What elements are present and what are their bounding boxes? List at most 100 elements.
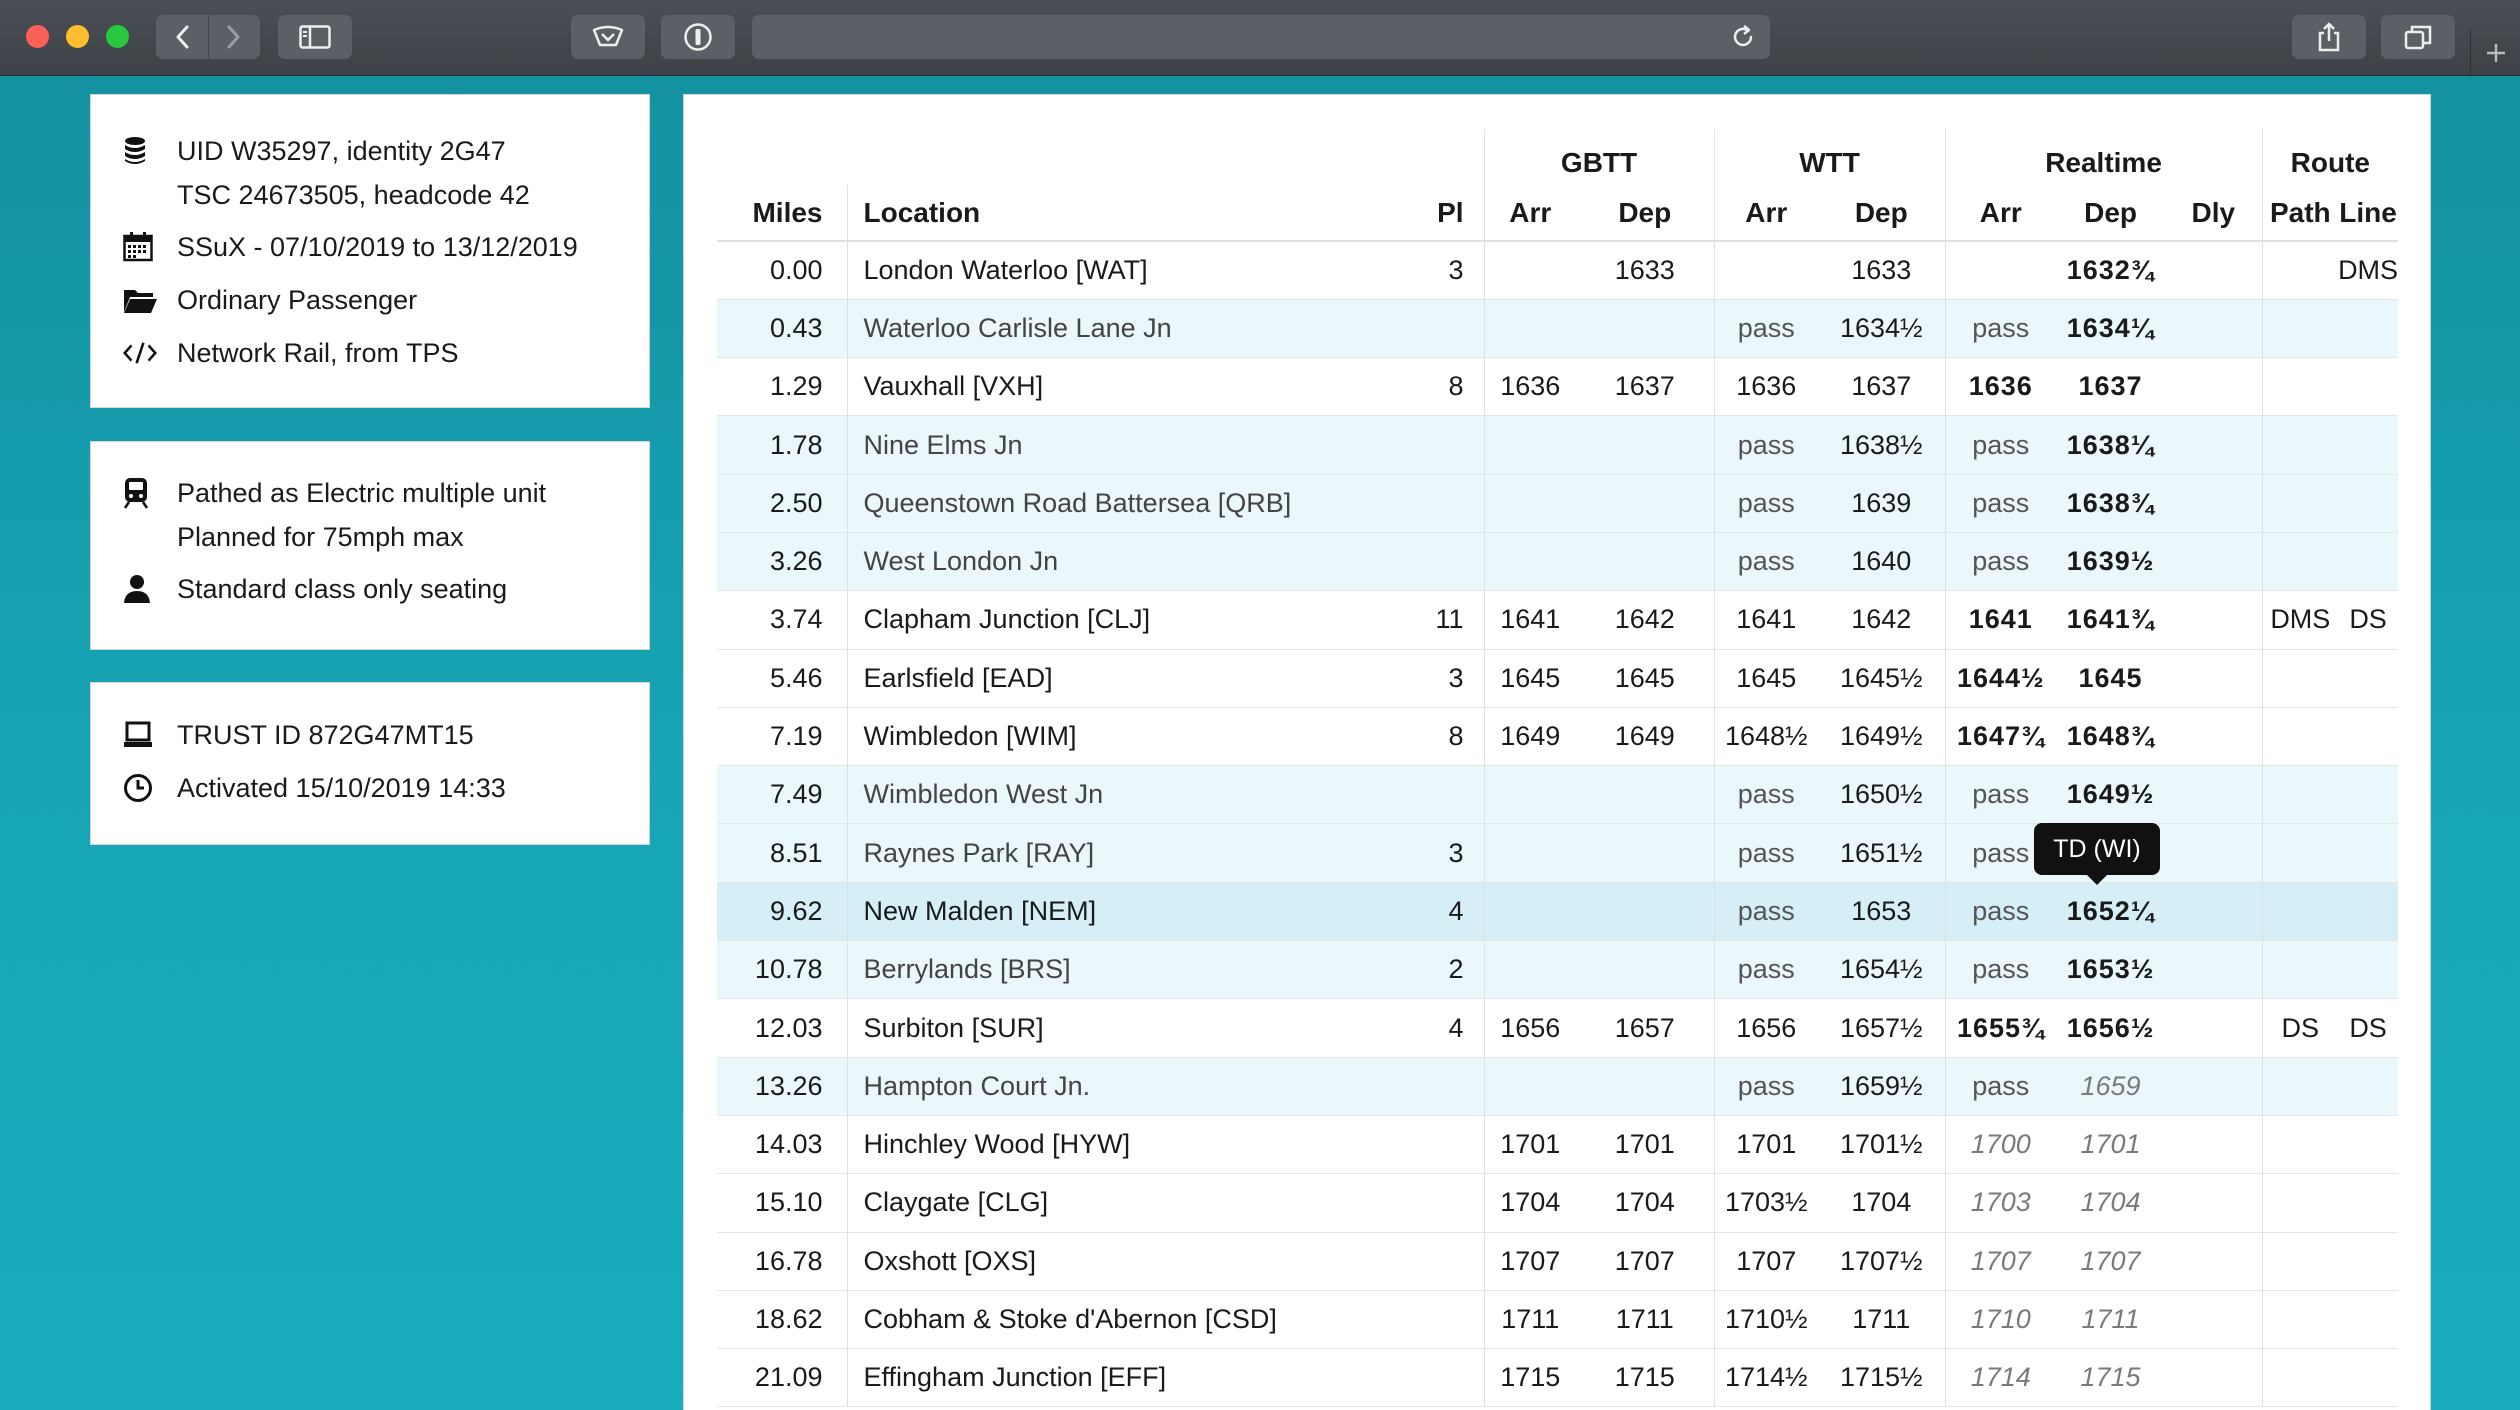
- database-icon: [123, 134, 157, 168]
- password-manager-button[interactable]: [661, 15, 735, 59]
- gbtt-arr-cell: 1701: [1483, 1115, 1577, 1174]
- table-row[interactable]: 2.50 Queenstown Road Battersea [QRB] pass 1…: [717, 474, 2399, 533]
- location-cell[interactable]: London Waterloo [WAT]: [846, 241, 1381, 300]
- line-cell: DMS: [2338, 254, 2399, 285]
- chevron-right-icon: [227, 25, 240, 49]
- location-cell[interactable]: Raynes Park [RAY]: [846, 823, 1381, 883]
- line-cell: [2338, 299, 2398, 357]
- line-cell: [2338, 1057, 2398, 1115]
- table-row[interactable]: 18.62 Cobham & Stoke d'Abernon [CSD] 1711 1…: [717, 1290, 2399, 1349]
- table-row[interactable]: 7.19 Wimbledon [WIM] 8 1649 1649 1648½ 1649½ 16…: [717, 707, 2399, 766]
- table-row[interactable]: 13.26 Hampton Court Jn. pass 1659½ pass 1659: [717, 1057, 2399, 1116]
- realtime-dep-cell: 1711: [2081, 1303, 2140, 1334]
- delay-cell: [2165, 241, 2262, 299]
- path-cell: [2261, 1290, 2339, 1349]
- wtt-arr-cell: pass: [1713, 1057, 1819, 1116]
- delay-cell: [2165, 766, 2262, 824]
- address-bar[interactable]: [752, 15, 1770, 59]
- gbtt-arr-cell: [1483, 882, 1577, 941]
- location-cell[interactable]: Waterloo Carlisle Lane Jn: [846, 299, 1381, 358]
- table-row[interactable]: 12.03 Surbiton [SUR] 4 1656 1657 1656 1657½ 165…: [717, 998, 2399, 1058]
- wtt-arr-cell: pass: [1713, 765, 1819, 824]
- table-row[interactable]: 15.10 Claygate [CLG] 1704 1704 1703½ 1704 1703…: [717, 1173, 2399, 1233]
- share-button[interactable]: [2292, 15, 2366, 59]
- trust-id-text: TRUST ID 872G47MT15: [177, 720, 474, 750]
- table-row[interactable]: 9.62 New Malden [NEM] 4 pass 1653 pass 1652¼: [717, 882, 2399, 941]
- gbtt-arr-cell: 1711: [1483, 1290, 1577, 1349]
- location-cell[interactable]: Claygate [CLG]: [846, 1173, 1381, 1233]
- location-cell[interactable]: Hampton Court Jn.: [846, 1057, 1381, 1116]
- wtt-dep-cell: 1704: [1851, 1187, 1912, 1218]
- table-row[interactable]: 3.74 Clapham Junction [CLJ] 11 1641 1642 1641…: [717, 590, 2399, 650]
- line-cell: [2338, 882, 2398, 940]
- wtt-dep-cell: 1701½: [1839, 1129, 1923, 1160]
- location-cell[interactable]: Nine Elms Jn: [846, 415, 1381, 475]
- extension-button[interactable]: [571, 15, 645, 59]
- path-cell: [2261, 1173, 2339, 1233]
- table-row[interactable]: 0.43 Waterloo Carlisle Lane Jn pass 1634½ pa…: [717, 299, 2399, 358]
- line-cell: DS: [2349, 604, 2387, 635]
- wtt-arr-cell: pass: [1713, 474, 1819, 533]
- zoom-window-button[interactable]: [106, 25, 129, 48]
- reload-icon: [1733, 25, 1753, 47]
- close-window-button[interactable]: [26, 25, 49, 48]
- delay-cell: [2165, 532, 2262, 590]
- show-tabs-button[interactable]: [2381, 15, 2455, 59]
- location-cell[interactable]: Oxshott [OXS]: [846, 1232, 1381, 1291]
- miles-cell: 15.10: [754, 1187, 823, 1218]
- location-cell[interactable]: Clapham Junction [CLJ]: [846, 590, 1381, 650]
- table-row[interactable]: 1.29 Vauxhall [VXH] 8 1636 1637 1636 1637 1636 1…: [717, 357, 2399, 416]
- activated-text: Activated 15/10/2019 14:33: [177, 773, 506, 803]
- gbtt-arr-cell: [1483, 765, 1577, 824]
- realtime-arr-cell: 1655¾: [1944, 998, 2057, 1058]
- location-cell[interactable]: Surbiton [SUR]: [846, 998, 1381, 1058]
- miles-cell: 16.78: [754, 1245, 823, 1276]
- table-row[interactable]: 1.78 Nine Elms Jn pass 1638½ pass 1638¼: [717, 415, 2399, 475]
- table-row[interactable]: 5.46 Earlsfield [EAD] 3 1645 1645 1645 1645½ 16…: [717, 649, 2399, 708]
- wtt-arr-cell: 1641: [1713, 590, 1819, 650]
- minimize-window-button[interactable]: [66, 25, 89, 48]
- gbtt-dep-cell: [1576, 941, 1714, 999]
- table-row[interactable]: 16.78 Oxshott [OXS] 1707 1707 1707 1707½ 1707 1…: [717, 1232, 2399, 1291]
- delay-cell: [2165, 707, 2262, 765]
- back-button[interactable]: [156, 15, 208, 59]
- platform-cell: [1381, 532, 1484, 590]
- location-cell[interactable]: Berrylands [BRS]: [846, 940, 1381, 999]
- location-cell[interactable]: West London Jn: [846, 532, 1381, 591]
- forward-button[interactable]: [207, 15, 261, 59]
- new-tab-button[interactable]: [2470, 30, 2520, 75]
- delay-cell: [2165, 1232, 2262, 1290]
- platform-cell: [1381, 1057, 1484, 1115]
- miles-cell: 5.46: [769, 662, 823, 693]
- gbtt-dep-cell: [1576, 532, 1714, 590]
- miles-cell: 1.78: [769, 429, 823, 460]
- location-cell[interactable]: Queenstown Road Battersea [QRB]: [846, 474, 1381, 533]
- tabs-overview-icon: [2404, 25, 2432, 50]
- line-cell: DS: [2349, 1012, 2387, 1043]
- realtime-dep-cell: 1715: [2080, 1362, 2141, 1393]
- location-cell[interactable]: Effingham Junction [EFF]: [846, 1348, 1381, 1407]
- table-row[interactable]: 21.09 Effingham Junction [EFF] 1715 1715 171…: [717, 1348, 2399, 1407]
- table-row[interactable]: 7.49 Wimbledon West Jn pass 1650½ pass 1649½: [717, 765, 2399, 824]
- location-cell[interactable]: Earlsfield [EAD]: [846, 649, 1381, 708]
- location-cell[interactable]: Wimbledon West Jn: [846, 765, 1381, 824]
- sidebar-toggle-button[interactable]: [278, 15, 352, 59]
- gbtt-arr-cell: [1483, 474, 1577, 533]
- uid-text: UID W35297, identity 2G47 TSC 24673505, …: [177, 129, 530, 217]
- table-row[interactable]: 3.26 West London Jn pass 1640 pass 1639½: [717, 532, 2399, 591]
- trust-info-card: TRUST ID 872G47MT15 Activated 15/10/2019…: [90, 682, 650, 845]
- gbtt-arr-cell: [1483, 299, 1577, 358]
- location-cell[interactable]: Vauxhall [VXH]: [846, 357, 1381, 416]
- location-cell[interactable]: Wimbledon [WIM]: [846, 707, 1381, 766]
- table-row[interactable]: 10.78 Berrylands [BRS] 2 pass 1654½ pass 1653½: [717, 940, 2399, 999]
- table-row[interactable]: 14.03 Hinchley Wood [HYW] 1701 1701 1701 1701…: [717, 1115, 2399, 1174]
- gbtt-arr-header: Arr: [1483, 185, 1577, 241]
- delay-header: Dly: [2191, 196, 2236, 228]
- wtt-arr-cell: 1707: [1713, 1232, 1819, 1291]
- location-cell[interactable]: Hinchley Wood [HYW]: [846, 1115, 1381, 1174]
- location-cell[interactable]: Cobham & Stoke d'Abernon [CSD]: [846, 1290, 1381, 1349]
- wtt-dep-cell: 1634½: [1839, 312, 1923, 343]
- location-cell[interactable]: New Malden [NEM]: [846, 882, 1381, 941]
- wtt-arr-cell: 1636: [1713, 357, 1819, 416]
- table-row[interactable]: 0.00 London Waterloo [WAT] 3 1633 1633 1632¾ D…: [717, 241, 2399, 300]
